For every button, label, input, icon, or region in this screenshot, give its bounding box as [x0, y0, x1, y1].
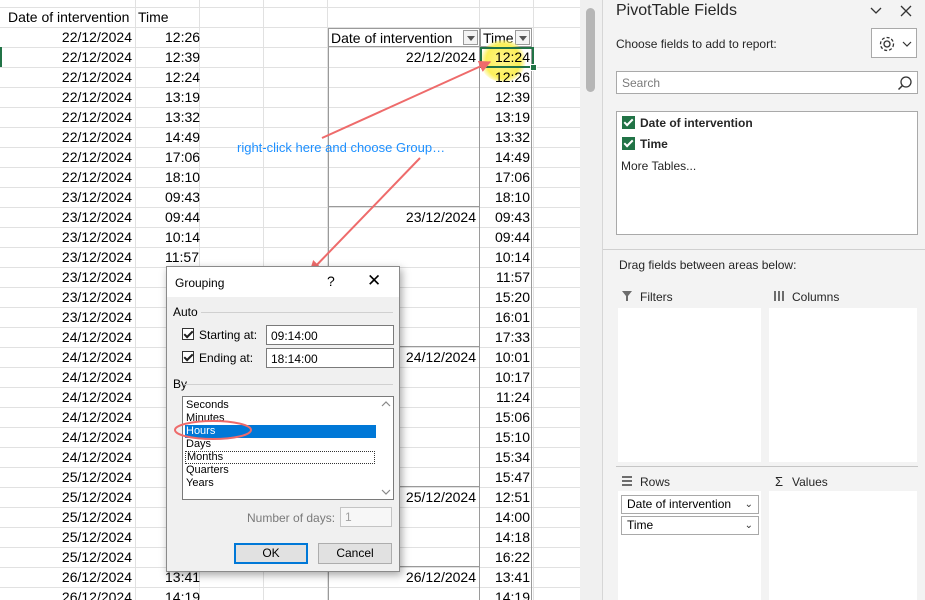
rows-area-label: Rows [640, 475, 671, 489]
field-date-of-intervention[interactable]: Date of intervention [640, 116, 753, 130]
row-field-date-label: Date of intervention [627, 497, 732, 511]
choose-fields-label: Choose fields to add to report: [616, 37, 777, 51]
starting-at-checkbox[interactable] [182, 328, 194, 340]
number-of-days-label: Number of days: [247, 511, 336, 525]
values-area-label: Values [792, 475, 828, 489]
ending-at-input[interactable]: 18:14:00 [266, 348, 394, 368]
scroll-up-icon [381, 401, 391, 407]
divider [616, 466, 918, 467]
filter-icon [622, 291, 632, 301]
row-field-date[interactable]: Date of intervention ⌄ [621, 495, 759, 514]
search-field[interactable]: Search [616, 71, 918, 94]
divider [201, 312, 393, 313]
arrow-to-cell [321, 60, 492, 139]
columns-drop-area[interactable] [769, 308, 917, 462]
drag-fields-label: Drag fields between areas below: [619, 258, 797, 272]
ending-at-label: Ending at: [199, 351, 254, 365]
auto-group-label: Auto [173, 305, 198, 319]
hours-circle-annotation [174, 420, 252, 440]
row-field-time-label: Time [627, 518, 654, 532]
filters-area-label: Filters [640, 290, 673, 304]
tools-button[interactable] [871, 28, 917, 58]
pivottable-fields-pane: PivotTable Fields Choose fields to add t… [602, 0, 925, 600]
field-checkbox-date[interactable] [622, 116, 635, 129]
close-icon[interactable]: ✕ [367, 271, 381, 291]
listbox-scrollbar[interactable] [379, 397, 393, 499]
list-item-focused[interactable]: Months [185, 451, 375, 464]
dialog-titlebar[interactable]: Grouping ? ✕ [167, 267, 399, 297]
vertical-scrollbar[interactable] [580, 0, 602, 600]
dialog-title: Grouping [175, 276, 225, 290]
pane-title: PivotTable Fields [616, 2, 737, 19]
number-of-days-spinner[interactable]: 1 [340, 507, 392, 527]
field-checkbox-time[interactable] [622, 137, 635, 150]
rows-icon [622, 476, 632, 486]
starting-at-label: Starting at: [199, 328, 258, 342]
more-tables-link[interactable]: More Tables... [621, 159, 696, 173]
scrollbar-thumb[interactable] [586, 8, 595, 92]
field-list: Date of intervention Time More Tables... [616, 111, 918, 235]
columns-area-label: Columns [792, 290, 840, 304]
cancel-button[interactable]: Cancel [318, 543, 392, 564]
list-item[interactable]: Quarters [185, 464, 376, 477]
rows-drop-area[interactable]: Date of intervention ⌄ Time ⌄ [618, 491, 761, 600]
sigma-icon: Σ [775, 474, 784, 489]
search-placeholder: Search [622, 76, 661, 90]
divider [185, 384, 393, 385]
gear-icon [879, 36, 895, 52]
ending-at-checkbox[interactable] [182, 351, 194, 363]
list-item[interactable]: Years [185, 477, 376, 490]
filters-drop-area[interactable] [618, 308, 761, 462]
chevron-down-icon [902, 41, 912, 47]
divider [603, 249, 925, 250]
chevron-down-icon[interactable]: ⌄ [745, 496, 753, 513]
close-icon[interactable] [899, 4, 913, 18]
chevron-down-icon[interactable]: ⌄ [745, 517, 753, 534]
values-drop-area[interactable] [769, 491, 917, 600]
starting-at-input[interactable]: 09:14:00 [266, 325, 394, 345]
chevron-down-icon[interactable] [869, 5, 883, 17]
columns-icon [774, 291, 784, 301]
scroll-down-icon [381, 489, 391, 495]
by-listbox[interactable]: Seconds Minutes Hours Days Months Quarte… [182, 396, 394, 500]
arrow-to-dialog [309, 157, 421, 273]
grouping-dialog: Grouping ? ✕ Auto Starting at: 09:14:00 … [166, 266, 400, 572]
list-item[interactable]: Seconds [185, 399, 376, 412]
ok-button[interactable]: OK [234, 543, 308, 564]
help-icon[interactable]: ? [327, 273, 335, 289]
search-icon[interactable] [897, 75, 913, 91]
field-time[interactable]: Time [640, 137, 668, 151]
row-field-time[interactable]: Time ⌄ [621, 516, 759, 535]
